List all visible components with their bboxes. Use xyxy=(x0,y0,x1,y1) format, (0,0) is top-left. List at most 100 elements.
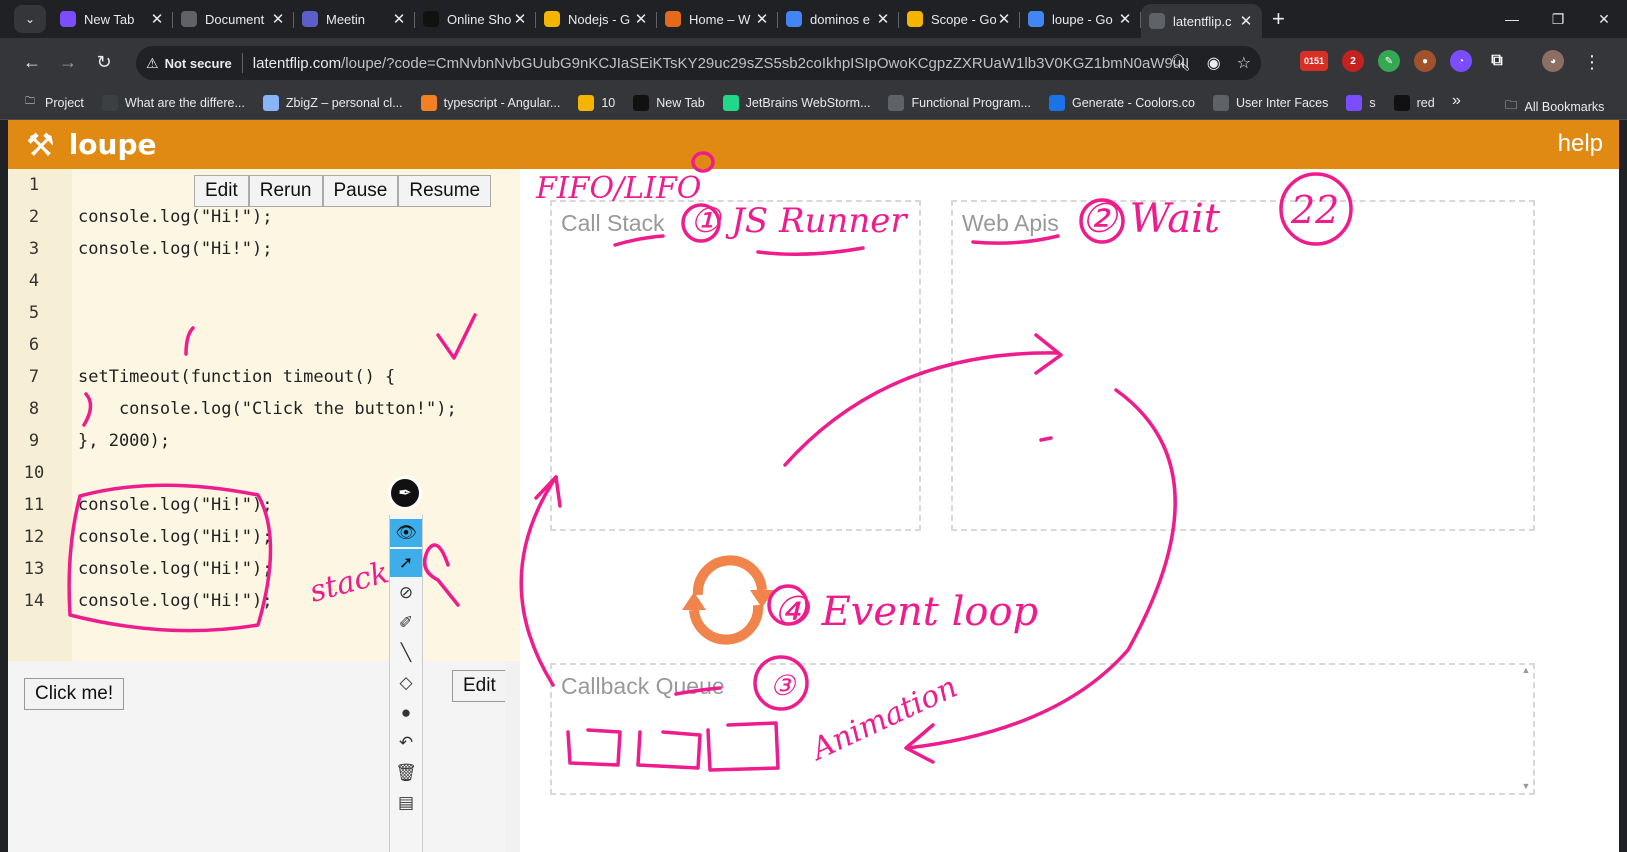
pause-button[interactable]: Pause xyxy=(322,175,399,207)
code-line[interactable]: 13 console.log("Hi!"); xyxy=(8,553,273,585)
extension-red-icon[interactable]: 2 xyxy=(1342,50,1364,72)
bookmark-item[interactable]: Functional Program... xyxy=(888,94,1031,111)
code-line[interactable]: 12 console.log("Hi!"); xyxy=(8,521,273,553)
browser-tab[interactable]: Online Sho ✕ xyxy=(415,4,536,34)
cookie-icon[interactable]: ● xyxy=(1414,50,1436,72)
eraser-icon[interactable]: ◇ xyxy=(390,669,422,697)
undo-icon[interactable]: ↶ xyxy=(390,729,422,757)
code-line[interactable]: 11 console.log("Hi!"); xyxy=(8,489,273,521)
line-number: 8 xyxy=(28,399,40,419)
extension-badge-count: 0151 xyxy=(1303,56,1325,66)
security-chip[interactable]: ⚠ Not secure xyxy=(146,53,243,73)
bookmark-item[interactable]: ZbigZ – personal cl... xyxy=(262,94,403,111)
browser-tab[interactable]: dominos e ✕ xyxy=(778,4,899,34)
star-icon[interactable]: ☆ xyxy=(1237,53,1251,73)
puzzle-icon[interactable]: ⧉ xyxy=(1486,50,1508,72)
code-line[interactable]: 6 xyxy=(8,329,60,361)
tab-search-button[interactable]: ⌄ xyxy=(14,5,46,33)
hide-ink-icon[interactable]: ⊘ xyxy=(390,579,422,607)
url-text[interactable]: latentflip.com/loupe/?code=CmNvbnNvbGUub… xyxy=(253,55,1188,72)
all-bookmarks[interactable]: 🗀 All Bookmarks xyxy=(1505,96,1604,117)
code-line[interactable]: 9}, 2000); xyxy=(8,425,170,457)
zoom-icon[interactable]: 🔍︎ xyxy=(1170,53,1190,73)
bookmark-item[interactable]: 10 xyxy=(578,94,615,111)
tab-close-icon[interactable]: ✕ xyxy=(270,10,286,28)
browser-tab[interactable]: Document ✕ xyxy=(173,4,294,34)
bookmark-item[interactable]: JetBrains WebStorm... xyxy=(722,94,870,111)
back-icon[interactable]: ← xyxy=(14,52,50,73)
eye-icon[interactable]: 👁 xyxy=(390,519,422,547)
tab-close-icon[interactable]: ✕ xyxy=(1238,12,1254,30)
extension-purple-icon[interactable]: ◔ xyxy=(1450,50,1472,72)
new-tab-button[interactable]: + xyxy=(1272,6,1285,32)
bookmark-item[interactable]: 🗀 Project xyxy=(22,95,84,111)
app-header: ⚒ loupe help xyxy=(8,120,1619,169)
code-editor[interactable]: 1 2 console.log("Hi!"); 3 console.log("Hi!")… xyxy=(8,169,520,661)
browser-tab[interactable]: Nodejs - G ✕ xyxy=(536,4,657,34)
tab-close-icon[interactable]: ✕ xyxy=(391,10,407,28)
tab-close-icon[interactable]: ✕ xyxy=(633,10,649,28)
rerun-button[interactable]: Rerun xyxy=(248,175,323,207)
line-tool-icon[interactable]: ╲ xyxy=(390,639,422,667)
restore-icon[interactable]: ❐ xyxy=(1535,11,1581,28)
code-line[interactable]: 2 console.log("Hi!"); xyxy=(8,201,273,233)
forward-icon[interactable]: → xyxy=(50,52,86,73)
bookmark-item[interactable]: What are the differe... xyxy=(101,94,245,111)
tab-close-icon[interactable]: ✕ xyxy=(1117,10,1133,28)
bookmark-item[interactable]: Generate - Coolors.co xyxy=(1048,94,1195,111)
board-icon[interactable]: ▤ xyxy=(390,789,422,817)
close-window-icon[interactable]: ✕ xyxy=(1581,11,1627,28)
bookmark-item[interactable]: typescript - Angular... xyxy=(420,94,561,111)
code-line[interactable]: 3 console.log("Hi!"); xyxy=(8,233,273,265)
code-line[interactable]: 1 xyxy=(8,169,60,201)
code-line[interactable]: 8 console.log("Click the button!"); xyxy=(8,393,457,425)
edit-button[interactable]: Edit xyxy=(194,175,249,207)
html-pane-scrollbar[interactable] xyxy=(505,661,520,852)
bookmark-item[interactable]: New Tab xyxy=(633,94,705,111)
tab-close-icon[interactable]: ✕ xyxy=(754,10,770,28)
browser-tab[interactable]: Scope - Go ✕ xyxy=(899,4,1020,34)
line-number: 6 xyxy=(28,335,40,355)
bookmark-item[interactable]: s xyxy=(1346,94,1376,111)
more-bookmarks-icon[interactable]: » xyxy=(1452,92,1461,110)
highlighter-icon[interactable]: ✐ xyxy=(390,609,422,637)
browser-tab[interactable]: latentflip.c ✕ xyxy=(1141,4,1262,38)
tab-close-icon[interactable]: ✕ xyxy=(996,10,1012,28)
pointer-icon[interactable]: ➚ xyxy=(390,549,422,577)
dot-size-icon[interactable]: ● xyxy=(390,699,422,727)
amazon-icon xyxy=(423,11,439,27)
code-line[interactable]: 5 xyxy=(8,297,60,329)
address-bar[interactable]: ⚠ Not secure latentflip.com/loupe/?code=… xyxy=(136,46,1261,80)
code-line[interactable]: 10 xyxy=(8,457,60,489)
resume-button[interactable]: Resume xyxy=(398,175,492,207)
tracking-eye-off-icon[interactable]: ◉ xyxy=(1207,53,1221,73)
browser-tab[interactable]: loupe - Go ✕ xyxy=(1020,4,1141,34)
bookmark-item[interactable]: red xyxy=(1393,94,1435,111)
more-menu-icon[interactable]: ⋮ xyxy=(1583,52,1601,73)
extension-color-icon[interactable]: ✎ xyxy=(1378,50,1400,72)
avatar[interactable]: ◕ xyxy=(1542,50,1564,72)
bookmark-label: typescript - Angular... xyxy=(443,95,561,110)
tab-close-icon[interactable]: ✕ xyxy=(875,10,891,28)
reload-icon[interactable]: ↻ xyxy=(86,52,122,73)
trash-icon[interactable]: 🗑 xyxy=(390,759,422,787)
browser-tab[interactable]: New Tab ✕ xyxy=(52,4,173,34)
html-edit-button[interactable]: Edit xyxy=(452,670,507,702)
help-link[interactable]: help xyxy=(1558,130,1603,158)
code-line[interactable]: 14 console.log("Hi!"); xyxy=(8,585,273,617)
tab-close-icon[interactable]: ✕ xyxy=(512,10,528,28)
click-me-button[interactable]: Click me! xyxy=(24,678,125,710)
bookmark-item[interactable]: User Inter Faces xyxy=(1212,94,1328,111)
queue-scrollbar[interactable]: ▲ ▼ xyxy=(1519,665,1533,793)
browser-tab[interactable]: Meetin ✕ xyxy=(294,4,415,34)
code-line[interactable]: 4 xyxy=(8,265,60,297)
tab-close-icon[interactable]: ✕ xyxy=(149,10,165,28)
pen-tool-toggle[interactable]: ✒ xyxy=(388,476,422,510)
extension-badge-icon[interactable]: 0151 xyxy=(1300,51,1328,71)
bookmark-icon xyxy=(1212,94,1229,111)
code-line[interactable]: 7 setTimeout(function timeout() { xyxy=(8,361,395,393)
line-number: 14 xyxy=(23,591,45,611)
browser-tab[interactable]: Home – W ✕ xyxy=(657,4,778,34)
extensions-area: 0151 2 ✎ ● ◔ ⧉ ◕ xyxy=(1300,50,1564,72)
minimize-icon[interactable]: — xyxy=(1489,11,1535,27)
